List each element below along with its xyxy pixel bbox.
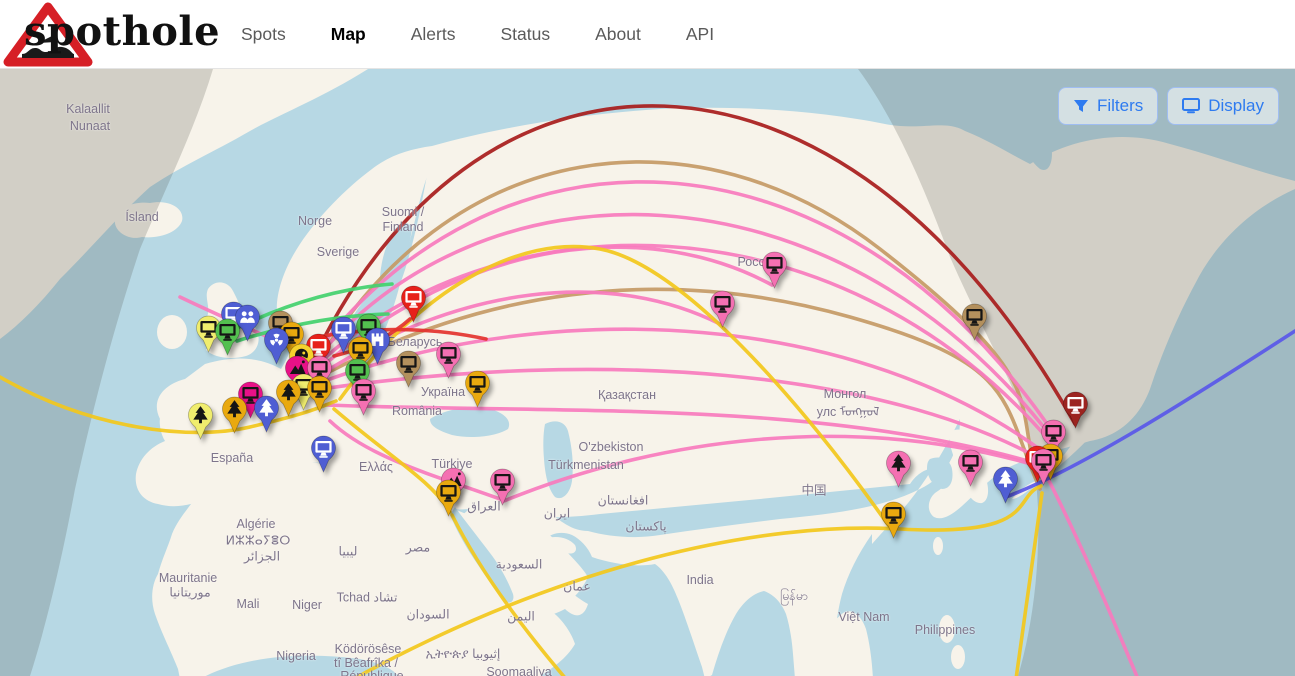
map-marker-tree[interactable] (187, 402, 214, 440)
map-marker-tree[interactable] (992, 466, 1019, 504)
propagation-arcs (0, 69, 1295, 676)
monitor-icon (761, 251, 788, 289)
map-marker-tree[interactable] (885, 450, 912, 488)
map-canvas[interactable]: KalaallitNunaatÍslandNorgeSverigeSuomi /… (0, 69, 1295, 676)
monitor-icon (489, 468, 516, 506)
monitor-icon (961, 303, 988, 341)
nav-item-status[interactable]: Status (500, 24, 550, 45)
map-marker-monitor[interactable] (214, 318, 241, 356)
map-marker-monitor[interactable] (435, 341, 462, 379)
map-marker-tree[interactable] (253, 395, 280, 433)
monitor-icon (214, 318, 241, 356)
top-navbar: spothole Spots Map Alerts Status About API (0, 0, 1295, 69)
monitor-icon (400, 285, 427, 323)
tree-icon (187, 402, 214, 440)
map-marker-monitor[interactable] (306, 375, 333, 413)
monitor-icon (464, 370, 491, 408)
main-nav: Spots Map Alerts Status About API (241, 24, 714, 45)
map-marker-monitor[interactable] (1030, 448, 1057, 486)
map-marker-monitor[interactable] (961, 303, 988, 341)
map-marker-monitor[interactable] (435, 479, 462, 517)
map-marker-monitor[interactable] (400, 285, 427, 323)
map-marker-monitor[interactable] (761, 251, 788, 289)
monitor-icon (310, 435, 337, 473)
display-icon (1182, 98, 1200, 114)
map-marker-monitor[interactable] (464, 370, 491, 408)
map-marker-tree[interactable] (221, 396, 248, 434)
tree-icon (885, 450, 912, 488)
monitor-icon (880, 501, 907, 539)
monitor-icon (395, 350, 422, 388)
filter-icon (1073, 98, 1089, 114)
map-marker-monitor[interactable] (310, 435, 337, 473)
logo[interactable]: spothole (0, 0, 205, 69)
nav-item-about[interactable]: About (595, 24, 641, 45)
filters-button[interactable]: Filters (1058, 87, 1158, 125)
map-marker-monitor[interactable] (880, 501, 907, 539)
map-marker-monitor[interactable] (709, 290, 736, 328)
monitor-icon (709, 290, 736, 328)
monitor-icon (435, 479, 462, 517)
nav-item-spots[interactable]: Spots (241, 24, 286, 45)
monitor-icon (350, 378, 377, 416)
tree-icon (221, 396, 248, 434)
map-marker-monitor[interactable] (350, 378, 377, 416)
monitor-icon (306, 375, 333, 413)
tree-icon (253, 395, 280, 433)
filters-button-label: Filters (1097, 96, 1143, 116)
display-button[interactable]: Display (1167, 87, 1279, 125)
map-marker-monitor[interactable] (957, 449, 984, 487)
map-marker-monitor[interactable] (489, 468, 516, 506)
display-button-label: Display (1208, 96, 1264, 116)
map-marker-monitor[interactable] (395, 350, 422, 388)
nav-item-alerts[interactable]: Alerts (411, 24, 456, 45)
monitor-icon (1030, 448, 1057, 486)
tree-icon (992, 466, 1019, 504)
nav-item-api[interactable]: API (686, 24, 714, 45)
monitor-icon (957, 449, 984, 487)
nav-item-map[interactable]: Map (331, 24, 366, 45)
map-controls: Filters Display (1058, 87, 1279, 125)
brand-title: spothole (24, 8, 220, 55)
monitor-icon (435, 341, 462, 379)
